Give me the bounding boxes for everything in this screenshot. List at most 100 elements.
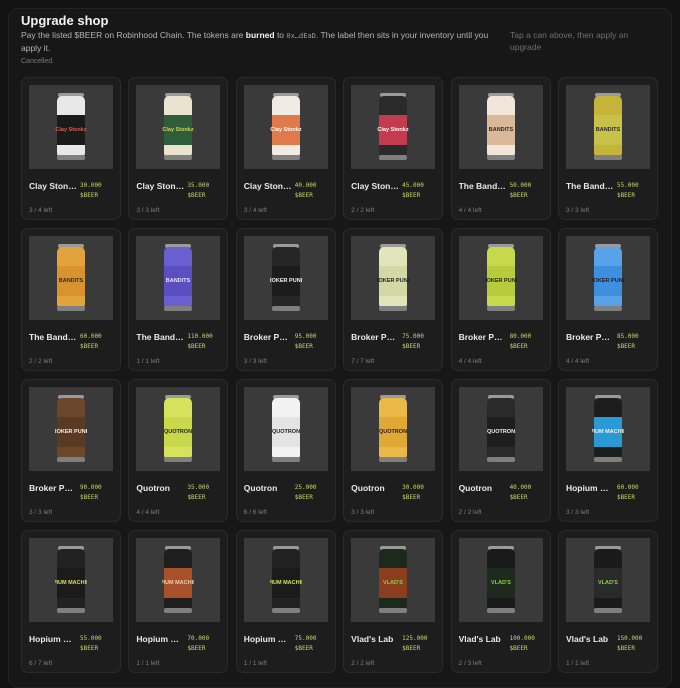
shop-item-card[interactable]: QUOTRON Quotron 25.000 $BEER 6 / 6 left [235,379,336,522]
item-thumbnail: BROKER PUNKS [29,387,113,471]
clay-stonkz-can-icon: Clay Stonkz [378,93,409,160]
item-name: Clay Stonkz [29,181,77,191]
item-name: Hopium Machines [136,634,184,644]
price-currency: $BEER [509,192,528,199]
stock-count: 1 / 1 left [565,660,590,667]
item-name: The Bandits [29,332,77,342]
shop-item-card[interactable]: HOPIUM MACHINES Hopium Machines70.000 $BEE… [128,530,229,673]
stock-count: 3 / 3 left [243,358,267,365]
broker-punks-can-icon: BROKER PUNKS [270,244,302,311]
price-amount: 95.000 [294,333,317,340]
clay-stonkz-can-icon: Clay Stonkz [270,93,302,160]
price-amount: 40.000 [509,484,532,491]
shop-item-card[interactable]: BROKER PUNKS Broker Punks85.000 $BEER 4 / 4… [557,228,658,371]
shop-item-card[interactable]: QUOTRON Quotron 30.000 $BEER 3 / 3 left [343,379,444,522]
shop-item-card[interactable]: HOPIUM MACHINES Hopium Machines55.000 $BEE… [21,530,121,673]
shop-item-card[interactable]: VLAD'S Vlad's Lab 150.000 $BEER 1 / 1 left [557,530,658,673]
shop-item-card[interactable]: Clay Stonkz Clay Stonkz 40.000 $BEER 3 / 4 l… [235,77,336,220]
item-thumbnail: HOPIUM MACHINES [243,538,328,622]
shop-item-card[interactable]: HOPIUM MACHINES Hopium Machines75.000 $BEE… [235,530,336,673]
price-amount: 110.000 [187,333,213,340]
price-currency: $BEER [294,645,313,652]
shop-item-card[interactable]: BROKER PUNKS Broker Punks75.000 $BEER 7 / 7… [343,228,444,371]
item-name: The Bandits [565,181,614,191]
stock-count: 2 / 2 left [351,207,375,214]
desc-text-2: to [274,30,287,40]
item-price: 30.000 $BEER [80,181,118,201]
item-name: Broker Punks [565,332,614,342]
item-price: 75.000 $BEER [402,332,440,352]
item-name: Broker Punks [29,483,77,493]
broker-punks-can-icon: BROKER PUNKS [55,395,87,462]
item-price: 95.000 $BEER [295,332,333,352]
price-amount: 55.000 [616,182,639,189]
quotron-can-icon: QUOTRON [164,395,192,462]
price-currency: $BEER [80,192,99,199]
price-amount: 125.000 [402,635,428,642]
stock-count: 1 / 1 left [136,358,160,365]
stock-count: 4 / 4 left [458,207,482,214]
item-name: The Bandits [136,332,185,342]
shop-item-card[interactable]: QUOTRON Quotron 40.000 $BEER 2 / 2 left [450,379,551,522]
can-logo-text: Clay Stonkz [378,127,409,133]
shop-item-card[interactable]: BANDITS The Bandits 60.000 $BEER 2 / 2 left [21,228,121,371]
item-price: 100.000 $BEER [510,634,548,654]
item-thumbnail: BROKER PUNKS [458,236,543,320]
shop-item-card[interactable]: BANDITS The Bandits 110.000 $BEER 1 / 1 left [128,228,229,371]
price-amount: 30.000 [402,484,424,491]
can-logo-text: QUOTRON [379,429,407,435]
price-amount: 60.000 [80,333,102,340]
shop-item-card[interactable]: VLAD'S Vlad's Lab 100.000 $BEER 2 / 3 left [450,530,551,673]
shop-item-card[interactable]: BANDITS The Bandits 55.000 $BEER 3 / 3 left [557,77,658,220]
shop-item-card[interactable]: HOPIUM MACHINES Hopium Machines60.000 $BEE… [557,379,658,522]
shop-item-card[interactable]: VLAD'S Vlad's Lab 125.000 $BEER 2 / 2 left [343,530,444,673]
stock-count: 1 / 1 left [136,660,160,667]
stock-count: 3 / 3 left [565,509,590,516]
price-currency: $BEER [509,494,528,501]
item-price: 60.000 $BEER [80,332,118,352]
shop-item-card[interactable]: Clay Stonkz Clay Stonkz 45.000 $BEER 2 / 2 l… [343,77,444,220]
item-name: Broker Punks [243,332,292,342]
shop-item-card[interactable]: BROKER PUNKS Broker Punks90.000 $BEER 3 / 3… [21,379,121,522]
item-price: 40.000 $BEER [295,181,333,201]
item-price: 90.000 $BEER [80,483,118,503]
item-thumbnail: Clay Stonkz [136,85,221,169]
hopium-machines-can-icon: HOPIUM MACHINES [55,546,87,613]
shop-item-card[interactable]: QUOTRON Quotron 35.000 $BEER 4 / 4 left [128,379,229,522]
price-currency: $BEER [294,494,313,501]
item-price: 75.000 $BEER [295,634,333,654]
item-thumbnail: QUOTRON [351,387,436,471]
bandits-can-icon: BANDITS [593,93,622,160]
shop-item-card[interactable]: BANDITS The Bandits 50.000 $BEER 4 / 4 left [450,77,551,220]
item-name: Broker Punks [458,332,507,342]
stock-count: 2 / 2 left [351,660,375,667]
hopium-machines-can-icon: HOPIUM MACHINES [270,546,302,613]
shop-item-card[interactable]: BROKER PUNKS Broker Punks95.000 $BEER 3 / 3… [235,228,336,371]
shop-item-card[interactable]: Clay Stonkz Clay Stonkz 30.000 $BEER 3 / 4 l… [21,77,121,220]
stock-count: 3 / 4 left [243,207,267,214]
shop-item-card[interactable]: Clay Stonkz Clay Stonkz 35.000 $BEER 3 / 3 l… [128,77,229,220]
can-logo-text: HOPIUM MACHINES [162,580,194,586]
price-currency: $BEER [80,645,99,652]
stock-count: 3 / 3 left [29,509,53,516]
desc-text-1: Pay the listed $BEER on Robinhood Chain.… [21,30,246,40]
item-thumbnail: QUOTRON [136,387,221,471]
price-currency: $BEER [616,645,636,652]
vlads-can-icon: VLAD'S [593,546,622,613]
can-logo-text: BANDITS [596,127,621,133]
price-amount: 40.000 [294,182,317,189]
stock-count: 2 / 2 left [29,358,53,365]
item-thumbnail: Clay Stonkz [351,85,436,169]
price-currency: $BEER [616,192,636,199]
shop-item-card[interactable]: BROKER PUNKS Broker Punks80.000 $BEER 4 / 4… [450,228,551,371]
price-currency: $BEER [80,343,99,350]
item-name: Hopium Machines [29,634,77,644]
price-amount: 35.000 [187,182,210,189]
stock-count: 3 / 3 left [565,207,590,214]
price-currency: $BEER [294,343,313,350]
can-logo-text: HOPIUM MACHINES [55,580,87,586]
price-currency: $BEER [187,192,206,199]
can-logo-text: QUOTRON [164,429,192,435]
item-thumbnail: BANDITS [29,236,113,320]
item-name: Hopium Machines [243,634,292,644]
